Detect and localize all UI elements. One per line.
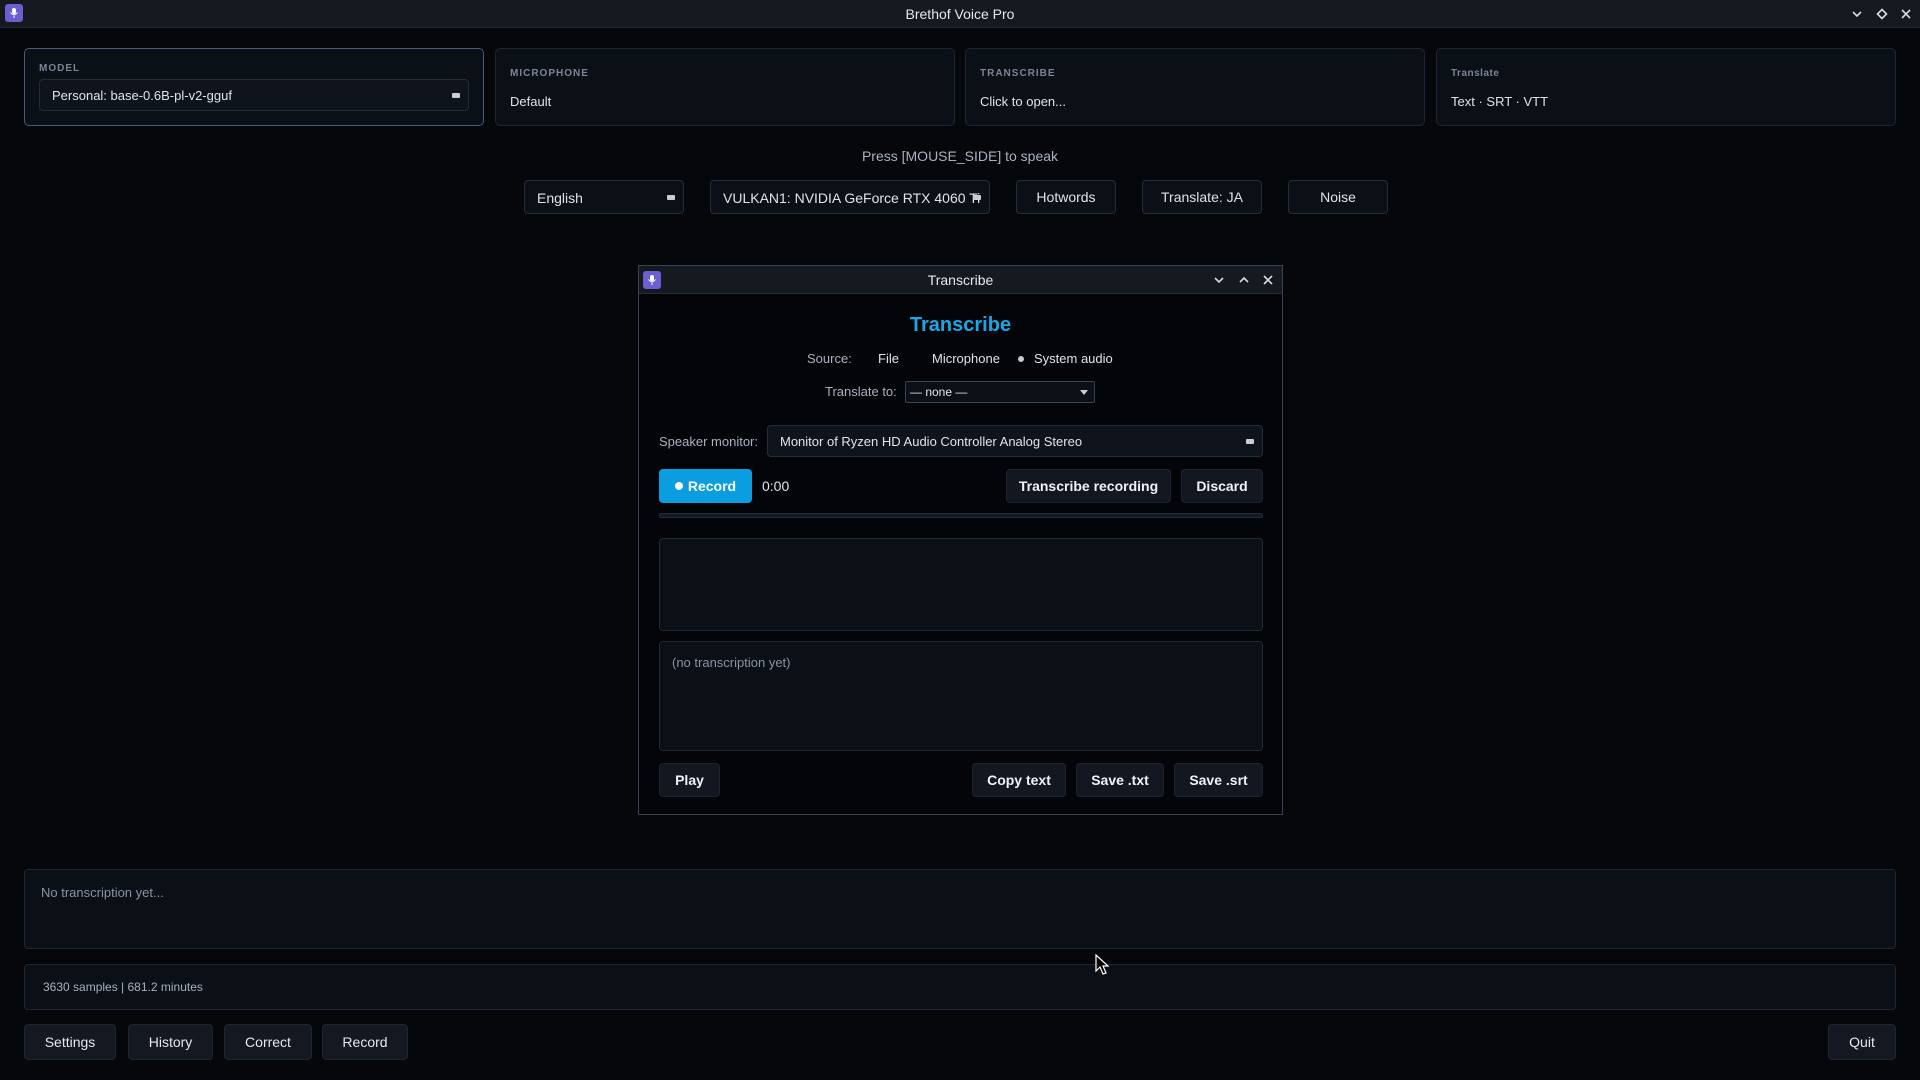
save-txt-button[interactable]: Save .txt bbox=[1076, 763, 1164, 797]
close-icon[interactable] bbox=[1258, 270, 1278, 290]
record-dot-icon bbox=[674, 482, 683, 490]
record-button[interactable]: Record bbox=[659, 469, 752, 503]
copy-text-button[interactable]: Copy text bbox=[972, 763, 1066, 797]
transcription-textarea[interactable]: (no transcription yet) bbox=[659, 641, 1263, 751]
microphone-card-value: Default bbox=[510, 94, 552, 109]
transcribe-card[interactable]: TRANSCRIBE Click to open... bbox=[965, 48, 1425, 126]
transcribe-card-value: Click to open... bbox=[980, 94, 1066, 109]
translate-target-button[interactable]: Translate: JA bbox=[1142, 180, 1262, 214]
discard-button[interactable]: Discard bbox=[1181, 469, 1263, 503]
settings-button[interactable]: Settings bbox=[24, 1024, 116, 1060]
source-option-system-audio[interactable]: System audio bbox=[1034, 351, 1113, 366]
noise-button[interactable]: Noise bbox=[1288, 180, 1388, 214]
translate-card-value: Text · SRT · VTT bbox=[1451, 94, 1549, 109]
translate-to-label: Translate to: bbox=[825, 384, 897, 399]
source-option-file[interactable]: File bbox=[878, 351, 899, 366]
translate-to-value: — none — bbox=[910, 385, 968, 399]
device-select[interactable]: VULKAN1: NVIDIA GeForce RTX 4060 Ti bbox=[710, 180, 990, 214]
speaker-monitor-value: Monitor of Ryzen HD Audio Controller Ana… bbox=[780, 434, 1083, 449]
transcribe-card-label: TRANSCRIBE bbox=[980, 68, 1056, 79]
translate-to-select[interactable]: — none — bbox=[905, 381, 1095, 403]
translate-card[interactable]: Translate Text · SRT · VTT bbox=[1436, 48, 1896, 126]
model-card[interactable]: MODEL Personal: base-0.6B-pl-v2-gguf bbox=[24, 48, 484, 126]
transcribe-dialog: Transcribe Transcribe Source: File Micro… bbox=[638, 265, 1283, 815]
transcription-output[interactable]: No transcription yet... bbox=[24, 869, 1896, 949]
model-card-label: MODEL bbox=[39, 63, 81, 74]
microphone-icon bbox=[643, 271, 661, 289]
maximize-diamond-icon[interactable] bbox=[1872, 4, 1892, 24]
minimize-chevron-icon[interactable] bbox=[1209, 270, 1229, 290]
play-button[interactable]: Play bbox=[659, 763, 720, 797]
source-label: Source: bbox=[807, 351, 852, 366]
radio-selected-icon[interactable] bbox=[1018, 356, 1024, 362]
push-to-talk-hint: Press [MOUSE_SIDE] to speak bbox=[861, 148, 1059, 164]
mouse-cursor-icon bbox=[1095, 954, 1110, 975]
language-select-value: English bbox=[537, 190, 583, 206]
minimize-chevron-icon[interactable] bbox=[1847, 4, 1867, 24]
transcription-placeholder: (no transcription yet) bbox=[672, 655, 791, 670]
dropdown-handle-icon bbox=[452, 93, 460, 98]
speaker-monitor-label: Speaker monitor: bbox=[659, 434, 758, 449]
progress-bar bbox=[659, 513, 1263, 518]
close-icon[interactable] bbox=[1896, 4, 1916, 24]
dropdown-handle-icon bbox=[1246, 439, 1254, 444]
maximize-chevron-icon[interactable] bbox=[1234, 270, 1254, 290]
transcribe-recording-button[interactable]: Transcribe recording bbox=[1006, 469, 1171, 503]
correct-button[interactable]: Correct bbox=[224, 1024, 312, 1060]
dropdown-handle-icon bbox=[667, 195, 675, 200]
dialog-title: Transcribe bbox=[927, 272, 994, 288]
status-text: 3630 samples | 681.2 minutes bbox=[43, 980, 203, 994]
model-select[interactable]: Personal: base-0.6B-pl-v2-gguf bbox=[39, 79, 469, 111]
dialog-title-bar: Transcribe bbox=[639, 266, 1282, 294]
dropdown-handle-icon bbox=[973, 195, 981, 200]
quit-button[interactable]: Quit bbox=[1828, 1024, 1896, 1060]
dialog-heading: Transcribe bbox=[909, 314, 1012, 336]
history-button[interactable]: History bbox=[128, 1024, 213, 1060]
microphone-card[interactable]: MICROPHONE Default bbox=[495, 48, 955, 126]
device-select-value: VULKAN1: NVIDIA GeForce RTX 4060 Ti bbox=[723, 190, 981, 206]
transcription-output-placeholder: No transcription yet... bbox=[41, 885, 164, 900]
waveform-area bbox=[659, 538, 1263, 631]
speaker-monitor-select[interactable]: Monitor of Ryzen HD Audio Controller Ana… bbox=[767, 425, 1263, 457]
model-select-value: Personal: base-0.6B-pl-v2-gguf bbox=[52, 88, 232, 103]
window-title: Brethof Voice Pro bbox=[905, 6, 1015, 22]
status-bar: 3630 samples | 681.2 minutes bbox=[24, 964, 1896, 1010]
record-timer: 0:00 bbox=[762, 478, 790, 494]
dropdown-arrow-icon bbox=[1080, 390, 1088, 395]
record-main-button[interactable]: Record bbox=[322, 1024, 408, 1060]
source-option-microphone[interactable]: Microphone bbox=[932, 351, 1000, 366]
translate-card-label: Translate bbox=[1451, 68, 1500, 79]
microphone-card-label: MICROPHONE bbox=[510, 68, 589, 79]
language-select[interactable]: English bbox=[524, 180, 684, 214]
save-srt-button[interactable]: Save .srt bbox=[1174, 763, 1263, 797]
hotwords-button[interactable]: Hotwords bbox=[1016, 180, 1116, 214]
record-button-label: Record bbox=[687, 478, 737, 494]
